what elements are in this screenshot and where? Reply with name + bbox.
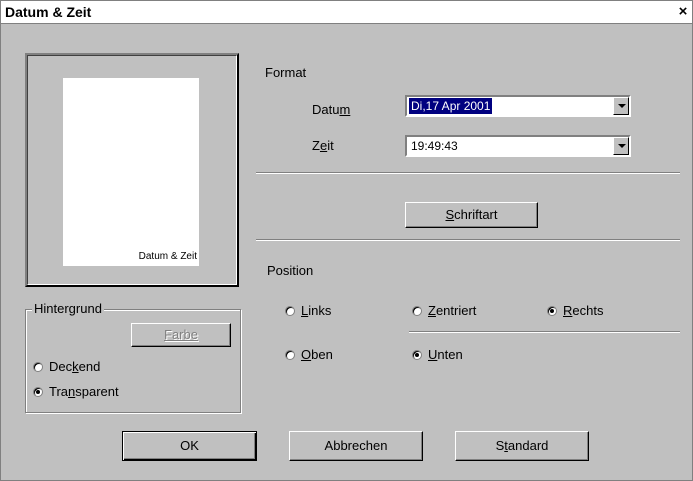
time-dropdown-arrow-icon[interactable]	[613, 137, 629, 155]
radio-right[interactable]: Rechts	[547, 303, 603, 318]
ok-button[interactable]: OK	[122, 431, 257, 461]
cancel-button[interactable]: Abbrechen	[289, 431, 423, 461]
radio-transparent-label: Transparent	[49, 384, 119, 399]
cancel-button-label: Abbrechen	[324, 438, 388, 453]
radio-bottom[interactable]: Unten	[412, 347, 463, 362]
date-dropdown-arrow-icon[interactable]	[613, 97, 629, 115]
date-format-value: Di,17 Apr 2001	[407, 97, 494, 115]
radio-bottom-label: Unten	[428, 347, 463, 362]
preview-page-text: Datum & Zeit	[138, 251, 197, 262]
radio-top[interactable]: Oben	[285, 347, 333, 362]
radio-left[interactable]: Links	[285, 303, 331, 318]
preview-panel: Datum & Zeit	[25, 53, 239, 287]
font-button-label: Schriftart	[445, 207, 498, 222]
radio-transparent-dot	[33, 386, 43, 397]
window-title: Datum & Zeit	[5, 4, 92, 20]
radio-center-dot	[412, 305, 422, 316]
color-button[interactable]: Farbe	[131, 323, 231, 347]
standard-button[interactable]: Standard	[455, 431, 589, 461]
radio-right-dot	[547, 305, 557, 316]
radio-opaque-label: Deckend	[49, 359, 101, 374]
radio-center-label: Zentriert	[428, 303, 477, 318]
radio-right-label: Rechts	[563, 303, 604, 318]
time-format-select[interactable]: 19:49:43	[405, 135, 631, 157]
radio-top-label: Oben	[301, 347, 333, 362]
preview-page: Datum & Zeit	[63, 78, 199, 266]
radio-center[interactable]: Zentriert	[412, 303, 476, 318]
time-format-value: 19:49:43	[411, 139, 458, 153]
radio-top-dot	[285, 349, 295, 360]
font-button[interactable]: Schriftart	[405, 202, 538, 228]
separator-font	[256, 239, 680, 241]
radio-left-dot	[285, 305, 295, 316]
radio-bottom-dot	[412, 349, 422, 360]
background-group-legend: Hintergrund	[32, 301, 104, 316]
radio-transparent[interactable]: Transparent	[33, 384, 119, 399]
ok-button-label: OK	[180, 438, 199, 453]
radio-opaque-dot	[33, 361, 43, 372]
close-icon[interactable]: ×	[676, 4, 690, 19]
date-format-select[interactable]: Di,17 Apr 2001	[405, 95, 631, 117]
radio-left-label: Links	[301, 303, 332, 318]
position-heading: Position	[267, 263, 314, 278]
separator-position	[409, 331, 680, 333]
separator-format	[256, 172, 680, 174]
color-button-label: Farbe	[164, 327, 198, 342]
format-heading: Format	[265, 65, 307, 80]
datum-zeit-dialog: Datum & Zeit × Datum & Zeit Hintergrund …	[0, 0, 693, 481]
standard-button-label: Standard	[495, 438, 549, 453]
date-label: Datum	[312, 102, 351, 117]
radio-opaque[interactable]: Deckend	[33, 359, 100, 374]
title-bar[interactable]: Datum & Zeit ×	[1, 1, 692, 24]
time-label: Zeit	[312, 138, 334, 153]
